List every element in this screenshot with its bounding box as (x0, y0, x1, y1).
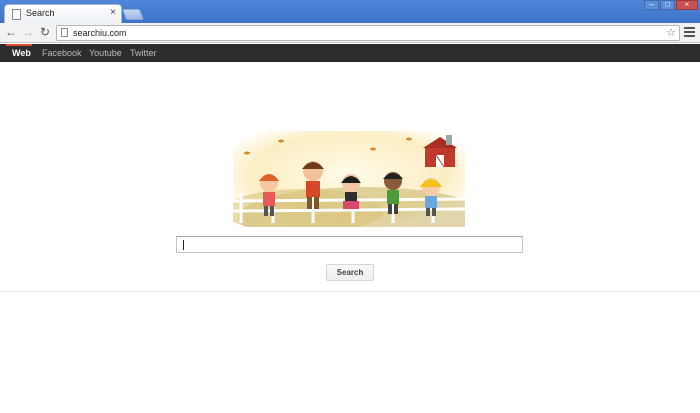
nav-link-web[interactable]: Web (12, 48, 31, 58)
forward-icon[interactable]: → (21, 25, 35, 40)
tab-title: Search (26, 8, 55, 18)
new-tab-button[interactable] (121, 9, 145, 20)
maximize-button[interactable]: □ (660, 0, 675, 10)
reload-icon[interactable]: ↻ (38, 25, 52, 40)
url-text: searchiu.com (73, 28, 127, 38)
menu-icon[interactable] (684, 27, 695, 38)
active-indicator (6, 44, 32, 46)
text-caret (183, 240, 184, 250)
page-icon (61, 28, 68, 37)
browser-toolbar: ← → ↻ searchiu.com ☆ (0, 23, 700, 43)
hero-illustration (233, 131, 465, 227)
star-icon[interactable]: ☆ (666, 26, 676, 39)
search-button[interactable]: Search (326, 264, 374, 281)
page-icon (12, 9, 21, 20)
nav-link-youtube[interactable]: Youtube (89, 48, 122, 58)
nav-link-facebook[interactable]: Facebook (42, 48, 82, 58)
back-icon[interactable]: ← (4, 25, 18, 40)
close-window-button[interactable]: × (676, 0, 698, 10)
minimize-button[interactable]: ‒ (644, 0, 659, 10)
content-divider (0, 291, 700, 292)
site-navbar: Web Facebook Youtube Twitter (0, 44, 700, 62)
search-input[interactable] (176, 236, 523, 253)
address-bar[interactable]: searchiu.com ☆ (56, 25, 680, 41)
close-icon[interactable]: × (110, 7, 116, 18)
browser-tab[interactable]: Search × (4, 4, 122, 23)
nav-link-twitter[interactable]: Twitter (130, 48, 157, 58)
title-bar: Search × ‒ □ × (0, 0, 700, 23)
